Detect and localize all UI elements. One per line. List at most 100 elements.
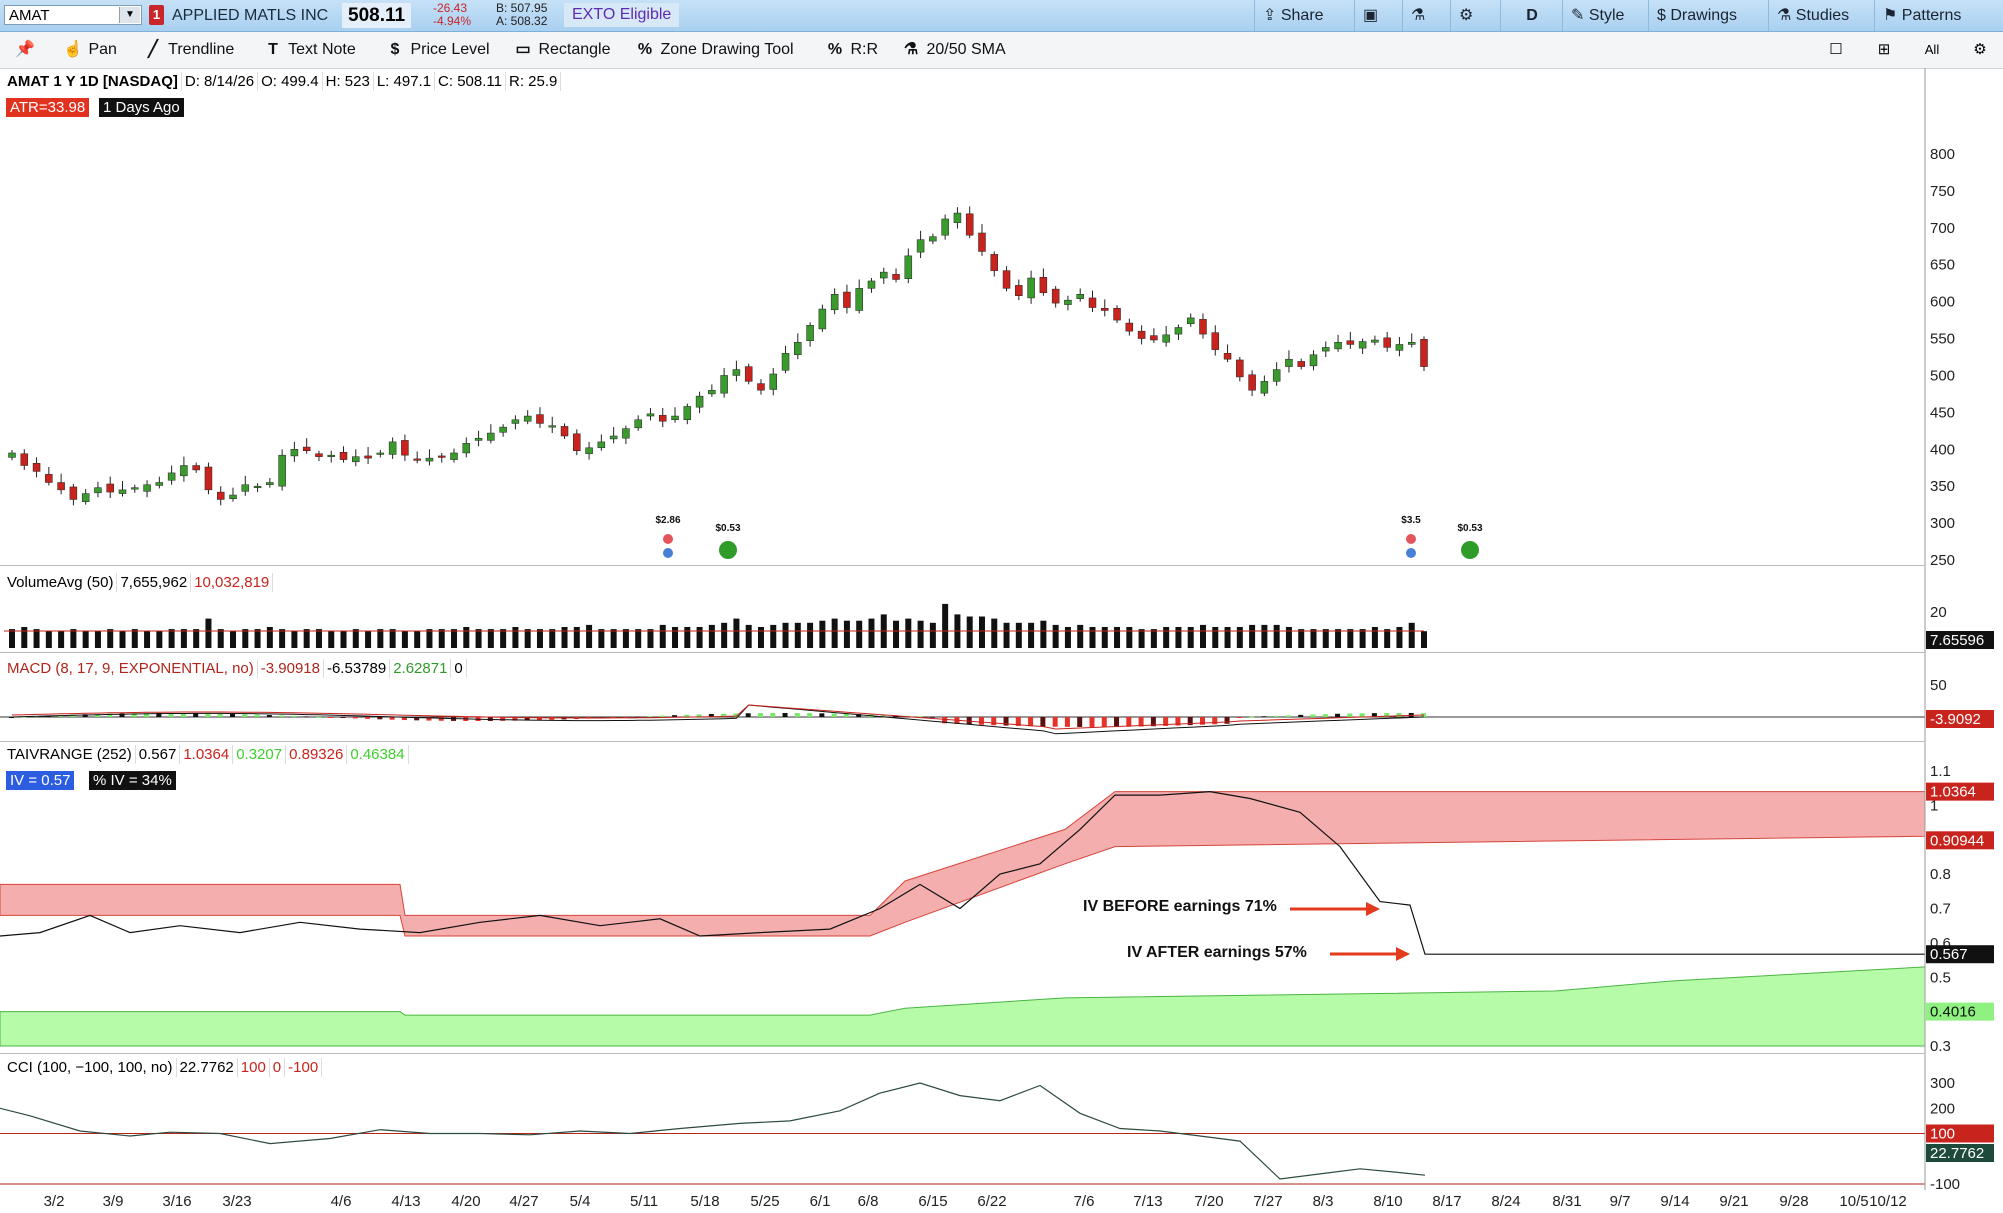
volume-bar — [549, 629, 556, 648]
price-axis: 800 750 700 650 600 550 500 450 400 350 300 250 1.1 1… — [1924, 68, 1960, 1193]
macd-histogram-bar — [1273, 715, 1279, 717]
candle-body — [94, 487, 102, 494]
candle-body — [1199, 319, 1207, 335]
volume-bar — [58, 631, 65, 648]
volume-bar — [94, 631, 101, 648]
panel-separator[interactable] — [0, 565, 1925, 566]
bar-low: L: 497.1 — [374, 72, 436, 91]
volume-bar — [131, 629, 138, 648]
candle-body — [290, 449, 299, 457]
date-tick-label: 6/15 — [918, 1193, 947, 1210]
candle-body — [720, 375, 728, 394]
volume-bar — [610, 629, 617, 648]
candle-body — [732, 369, 741, 376]
volume-bar — [1187, 627, 1194, 648]
candle-body — [1211, 332, 1220, 350]
iv-before-annotation: IV BEFORE earnings 71% — [1083, 898, 1277, 915]
candle-body — [32, 463, 41, 472]
volume-bar — [168, 629, 175, 648]
price-tick-label: 300 — [1930, 515, 1955, 532]
volume-bar — [451, 629, 458, 648]
volume-bar — [1064, 627, 1071, 648]
macd-histogram-bar — [1396, 713, 1402, 717]
candle-body — [806, 325, 814, 342]
macd-histogram-bar — [1052, 717, 1058, 727]
candle-body — [229, 494, 237, 499]
volume-bar — [463, 627, 470, 648]
volume-bar — [794, 622, 801, 648]
candle-body — [474, 437, 483, 441]
chart-canvas[interactable]: $2.86 $0.53 $3.5 $0.53 800 750 700 650 600 550 50… — [0, 0, 2003, 1213]
volume-bar — [1384, 629, 1391, 648]
candle-body — [830, 294, 839, 311]
volume-bar — [82, 631, 89, 648]
volume-bar — [929, 622, 936, 648]
candle-body — [499, 426, 507, 433]
volume-bar — [33, 629, 40, 648]
volume-bar — [1310, 629, 1317, 648]
panel-separator[interactable] — [0, 1053, 1925, 1054]
volume-bar — [1212, 627, 1219, 648]
macd-histogram-bar — [1126, 717, 1132, 727]
date-tick-label: 8/17 — [1432, 1193, 1461, 1210]
macd-histogram-bar — [205, 713, 211, 717]
volume-bar — [1359, 629, 1366, 648]
candle-body — [781, 353, 790, 371]
candle-body — [744, 366, 753, 382]
candle-body — [880, 271, 888, 279]
macd-value-tag: -3.9092 — [1930, 711, 1981, 728]
cci-line — [0, 1082, 1426, 1180]
date-tick-label: 4/6 — [331, 1193, 352, 1210]
iv-tick-label: 0.8 — [1930, 866, 1951, 883]
panel-separator[interactable] — [0, 652, 1925, 653]
volume-bar — [1273, 624, 1280, 648]
iv-tick-label: 0.5 — [1930, 969, 1951, 986]
volume-bar — [1163, 627, 1170, 648]
candle-body — [462, 443, 471, 454]
price-tick-label: 250 — [1930, 552, 1955, 569]
volume-bar — [672, 627, 679, 648]
iv-value: 0.567 — [136, 745, 181, 764]
macd-histogram-bar — [1347, 713, 1353, 717]
chart-title: AMAT 1 Y 1D [NASDAQ] — [4, 72, 182, 91]
volume-bar — [328, 631, 335, 648]
volume-bar — [266, 627, 273, 648]
macd-histogram-bar — [1040, 717, 1046, 727]
earnings-icon — [1406, 534, 1416, 544]
macd-signal: -6.53789 — [324, 659, 391, 678]
volume-bar — [843, 620, 850, 648]
candle-body — [1407, 341, 1416, 345]
days-ago-badge: 1 Days Ago — [99, 98, 184, 117]
price-candles — [8, 206, 1428, 506]
volume-bar — [205, 618, 212, 648]
iv-after-annotation: IV AFTER earnings 57% — [1127, 944, 1307, 961]
candle-body — [413, 458, 421, 461]
panel-separator[interactable] — [0, 741, 1925, 742]
macd-study-name: MACD (8, 17, 9, EXPONENTIAL, no) — [4, 659, 258, 678]
volume-bar — [377, 629, 384, 648]
volume-bar — [524, 629, 531, 648]
volume-bar — [365, 631, 372, 648]
macd-histogram-bar — [843, 713, 849, 717]
atr-badge: ATR=33.98 — [6, 98, 90, 117]
candle-body — [45, 474, 53, 483]
volume-bar — [1040, 620, 1047, 648]
date-tick-label: 3/9 — [103, 1193, 124, 1210]
candle-body — [401, 440, 409, 456]
date-tick-label: 5/25 — [750, 1193, 779, 1210]
earnings-label: $0.53 — [1457, 523, 1482, 534]
macd-histogram-bar — [1089, 717, 1095, 727]
volume-bar — [1138, 629, 1145, 648]
candle-body — [794, 341, 802, 356]
macd-histogram-bar — [328, 717, 334, 718]
candle-body — [757, 383, 765, 391]
volume-bar — [1126, 627, 1133, 648]
macd-histogram-bar — [438, 717, 444, 721]
volume-bar — [573, 627, 580, 648]
volume-bar — [696, 627, 703, 648]
iv-high: 1.0364 — [180, 745, 234, 764]
volume-bar — [1199, 624, 1206, 648]
candle-body — [978, 232, 986, 252]
candle-body — [266, 482, 274, 485]
volume-bar — [107, 629, 114, 648]
